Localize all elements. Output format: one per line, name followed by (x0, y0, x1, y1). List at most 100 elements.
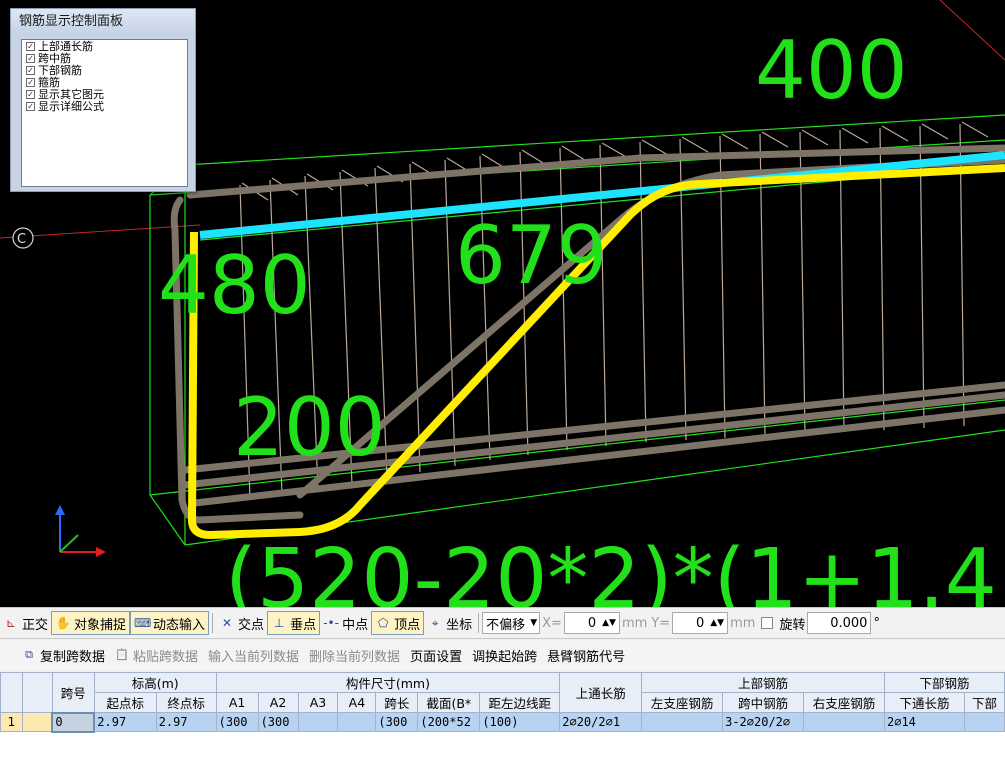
cell-bottom-part[interactable] (963, 712, 1005, 732)
option-show-other-elements[interactable]: ✓ 显示其它图元 (22, 88, 187, 100)
control-panel-title: 钢筋显示控制面板 (11, 9, 195, 35)
control-panel-list: ✓ 上部通长筋 ✓ 跨中筋 ✓ 下部钢筋 ✓ 箍筋 ✓ 显示其它图元 ✓ 显示详细公式 (21, 39, 188, 187)
header-a1[interactable]: A1 (215, 692, 259, 713)
header-top-through[interactable]: 上通长筋 (559, 672, 643, 713)
rotate-label: 旋转 (779, 617, 806, 633)
header-a4[interactable]: A4 (337, 692, 377, 713)
table-row[interactable]: 1 0 2.97 2.97 (300 (300 (300 (200*52 (10… (0, 711, 1005, 733)
cell-a2[interactable]: (300 (257, 712, 299, 732)
formula-text: (520-20*2)*(1+1.4 (225, 532, 997, 607)
3d-viewport[interactable]: 400 480 679 200 (520-20*2)*(1+1.4 C 钢筋显示… (0, 0, 1005, 607)
option-show-detail-formula[interactable]: ✓ 显示详细公式 (22, 100, 187, 112)
dimension-480: 480 (158, 239, 311, 332)
spinner-icon[interactable]: ▲▼ (710, 618, 724, 628)
header-section[interactable]: 截面(B* (417, 692, 481, 713)
header-a2[interactable]: A2 (257, 692, 299, 713)
checkbox-icon[interactable]: ✓ (26, 101, 35, 111)
y-unit: mm (730, 615, 756, 631)
cell-start-elevation[interactable]: 2.97 (93, 712, 157, 732)
cantilever-rebar-code-button[interactable]: 悬臂钢筋代号 (547, 646, 625, 665)
ortho-button[interactable]: ⊾ 正交 (0, 611, 51, 635)
span-data-grid: 跨号 标高(m) 构件尺寸(mm) 上通长筋 上部钢筋 下部钢筋 起点标 终点标… (0, 672, 1005, 757)
cell-a3[interactable] (297, 712, 339, 732)
cell-a1[interactable]: (300 (215, 712, 259, 732)
header-bottom-rebar: 下部钢筋 (884, 672, 1005, 693)
header-end-elevation[interactable]: 终点标 (155, 692, 217, 713)
dimension-200: 200 (233, 381, 386, 474)
swap-start-span-button[interactable]: 调换起始跨 (472, 646, 537, 665)
header-span-length[interactable]: 跨长 (375, 692, 419, 713)
paste-span-data-button[interactable]: 📋 粘贴跨数据 (115, 646, 198, 665)
dimension-679: 679 (455, 209, 608, 302)
copy-icon: ⧉ (25, 648, 33, 661)
header-right-support[interactable]: 右支座钢筋 (803, 692, 885, 713)
header-row-1: 跨号 标高(m) 构件尺寸(mm) 上通长筋 上部钢筋 下部钢筋 (0, 672, 1005, 713)
cell-end-elevation[interactable]: 2.97 (155, 712, 217, 732)
header-mid-span[interactable]: 跨中钢筋 (722, 692, 805, 713)
vertex-snap-button[interactable]: ⬠ 顶点 (371, 611, 425, 635)
copy-span-data-button[interactable]: ⧉ 复制跨数据 (22, 646, 105, 665)
checkbox-icon[interactable]: ✓ (26, 41, 35, 51)
header-bottom-part[interactable]: 下部 (963, 692, 1005, 713)
delete-current-column-button[interactable]: 删除当前列数据 (309, 646, 400, 665)
intersection-icon: ✕ (222, 616, 233, 630)
row-indicator-header (21, 672, 53, 713)
cell-a4[interactable] (337, 712, 377, 732)
header-top-rebar: 上部钢筋 (641, 672, 885, 693)
header-span-no[interactable]: 跨号 (51, 672, 95, 713)
checkbox-icon[interactable]: ✓ (26, 65, 35, 75)
midpoint-snap-button[interactable]: -•- 中点 (320, 611, 371, 635)
x-input[interactable]: 0 ▲▼ (563, 612, 620, 634)
axis-c-label: C (17, 232, 26, 247)
header-member-size: 构件尺寸(mm) (215, 672, 561, 693)
cell-span-length[interactable]: (300 (375, 712, 419, 732)
object-snap-button[interactable]: ✋ 对象捕捉 (51, 611, 131, 635)
cell-left-support[interactable] (641, 712, 724, 732)
input-current-column-button[interactable]: 输入当前列数据 (208, 646, 299, 665)
corner-cell (0, 672, 23, 713)
page-setup-button[interactable]: 页面设置 (410, 646, 462, 665)
snap-icon: ✋ (55, 616, 71, 630)
cell-span-no[interactable]: 0 (51, 711, 96, 733)
degree-symbol: ° (873, 615, 880, 631)
paste-icon: 📋 (115, 648, 129, 661)
ortho-icon: ⊾ (5, 616, 17, 630)
spinner-icon[interactable]: ▲▼ (602, 618, 616, 628)
header-start-elevation[interactable]: 起点标 (93, 692, 157, 713)
intersection-snap-button[interactable]: ✕ 交点 (216, 611, 267, 635)
checkbox-icon[interactable]: ✓ (26, 77, 35, 87)
y-label: Y= (651, 615, 671, 631)
option-stirrup[interactable]: ✓ 箍筋 (22, 76, 187, 88)
header-bottom-through[interactable]: 下通长筋 (884, 692, 965, 713)
dynamic-input-button[interactable]: ⌨ 动态输入 (130, 611, 210, 635)
coordinate-snap-button[interactable]: ⌖ 坐标 (424, 611, 475, 635)
option-mid-span-rebar[interactable]: ✓ 跨中筋 (22, 52, 187, 64)
cell-bottom-through[interactable]: 2⌀14 (884, 712, 965, 732)
cell-right-support[interactable] (803, 712, 885, 732)
checkbox-icon[interactable]: ✓ (26, 53, 35, 63)
axis-gizmo (55, 505, 106, 557)
cell-offset[interactable]: (100) (479, 712, 561, 732)
cell-section[interactable]: (200*52 (417, 712, 481, 732)
vertex-icon: ⬠ (377, 616, 389, 630)
row-indicator (21, 712, 53, 732)
option-top-through-rebar[interactable]: ✓ 上部通长筋 (22, 40, 187, 52)
cell-top-through[interactable]: 2⌀20/2⌀1 (559, 712, 643, 732)
perpendicular-icon: ⊥ (273, 616, 285, 630)
header-elevation: 标高(m) (93, 672, 217, 693)
header-a3[interactable]: A3 (297, 692, 339, 713)
snap-toolbar: ⊾ 正交 ✋ 对象捕捉 ⌨ 动态输入 ✕ 交点 ⊥ 垂点 -•- 中点 ⬠ 顶点 ⌖ 坐标 不偏… (0, 607, 1005, 639)
rotate-checkbox[interactable] (761, 617, 774, 629)
cell-mid-span[interactable]: 3-2⌀20/2⌀ (722, 712, 805, 732)
perpendicular-snap-button[interactable]: ⊥ 垂点 (267, 611, 321, 635)
dimension-400: 400 (755, 24, 908, 117)
header-left-support[interactable]: 左支座钢筋 (641, 692, 724, 713)
rotate-input[interactable]: 0.000 (807, 612, 872, 634)
offset-select[interactable]: 不偏移 ▼ (482, 612, 541, 634)
x-unit: mm (621, 615, 648, 631)
option-bottom-rebar[interactable]: ✓ 下部钢筋 (22, 64, 187, 76)
y-input[interactable]: 0 ▲▼ (672, 612, 729, 634)
header-offset[interactable]: 距左边线距 (479, 692, 561, 713)
chevron-down-icon: ▼ (530, 618, 538, 628)
checkbox-icon[interactable]: ✓ (26, 89, 35, 99)
